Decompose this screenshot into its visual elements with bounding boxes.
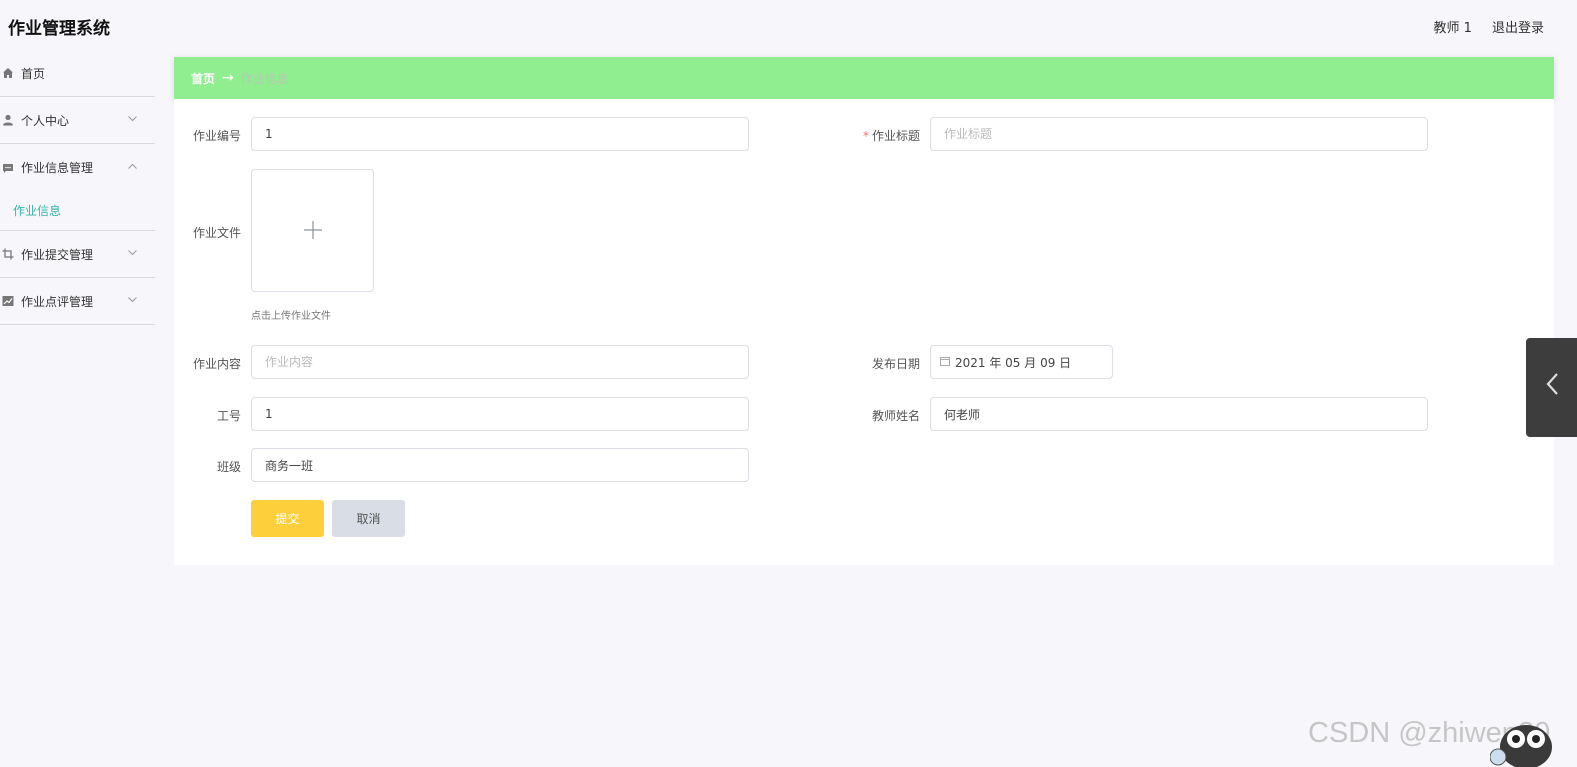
required-mark: * <box>862 129 869 143</box>
sidebar-item-homework-submit-manage[interactable]: 作业提交管理 <box>0 231 155 278</box>
mascot-icon <box>1489 717 1554 767</box>
sidebar-subitem-homework-info[interactable]: 作业信息 <box>0 191 155 231</box>
chevron-down-icon <box>128 295 137 306</box>
cancel-button[interactable]: 取消 <box>332 500 405 537</box>
homework-content-label: 作业内容 <box>192 357 241 371</box>
chevron-down-icon <box>128 114 137 125</box>
homework-title-label: * 作业标题 <box>840 127 920 144</box>
publish-date-picker[interactable]: 2021 年 05 月 09 日 <box>930 345 1113 379</box>
staff-no-input[interactable] <box>251 397 749 431</box>
homework-title-label-text: 作业标题 <box>871 129 920 143</box>
upload-hint: 点击上传作业文件 <box>251 311 331 322</box>
sidebar-item-home[interactable]: 首页 <box>0 50 155 97</box>
chart-icon <box>2 295 14 307</box>
sidebar-item-label: 首页 <box>21 66 46 81</box>
username: 教师 1 <box>1433 21 1472 36</box>
homework-file-label: 作业文件 <box>192 226 241 240</box>
sidebar-item-profile[interactable]: 个人中心 <box>0 97 155 144</box>
publish-date-value: 2021 年 05 月 09 日 <box>955 355 1072 370</box>
top-bar: 作业管理系统 教师 1 退出登录 <box>0 0 1577 50</box>
teacher-name-input[interactable] <box>930 397 1428 431</box>
breadcrumb-current: 作业信息 <box>240 71 289 86</box>
breadcrumb: 首页 → 作业信息 <box>174 57 1554 99</box>
class-label: 班级 <box>216 460 241 474</box>
sidebar: 首页 个人中心 作业信息管理 作业信息 作业提交管理 作业点评管理 <box>0 50 155 767</box>
publish-date-label: 发布日期 <box>871 357 920 371</box>
submit-button[interactable]: 提交 <box>251 500 324 537</box>
teacher-name-label: 教师姓名 <box>871 409 920 423</box>
breadcrumb-home[interactable]: 首页 <box>191 70 215 87</box>
homework-no-label: 作业编号 <box>192 129 241 143</box>
chevron-down-icon <box>128 248 137 259</box>
sidebar-item-label: 作业提交管理 <box>21 247 94 262</box>
logout-link[interactable]: 退出登录 <box>1492 21 1544 36</box>
sidebar-item-homework-info-manage[interactable]: 作业信息管理 <box>0 144 155 191</box>
sidebar-item-homework-review-manage[interactable]: 作业点评管理 <box>0 278 155 325</box>
home-icon <box>2 67 14 79</box>
calendar-icon <box>940 356 950 369</box>
file-upload-box[interactable] <box>251 169 374 292</box>
homework-title-input[interactable] <box>930 117 1428 151</box>
plus-icon <box>303 213 323 248</box>
sidebar-item-label: 作业信息管理 <box>21 161 94 175</box>
homework-form: 作业编号 *作业标题 作业文件 点击上传作业文件 作业内容 发布日期 2021 … <box>174 99 1554 565</box>
sidebar-item-label: 作业点评管理 <box>21 294 94 309</box>
message-icon <box>2 162 14 174</box>
user-icon <box>2 114 14 126</box>
homework-content-input[interactable] <box>251 345 749 379</box>
side-drawer-toggle[interactable] <box>1526 338 1577 437</box>
breadcrumb-separator: → <box>222 70 234 86</box>
app-title: 作业管理系统 <box>8 19 110 39</box>
staff-no-label: 工号 <box>216 409 241 423</box>
crop-icon <box>2 248 14 260</box>
homework-no-input[interactable] <box>251 117 749 151</box>
user-area: 教师 1 退出登录 <box>1417 17 1544 36</box>
chevron-left-icon <box>1545 372 1559 403</box>
chevron-up-icon <box>128 161 137 172</box>
sidebar-item-label: 个人中心 <box>21 113 70 128</box>
class-input[interactable] <box>251 448 749 482</box>
